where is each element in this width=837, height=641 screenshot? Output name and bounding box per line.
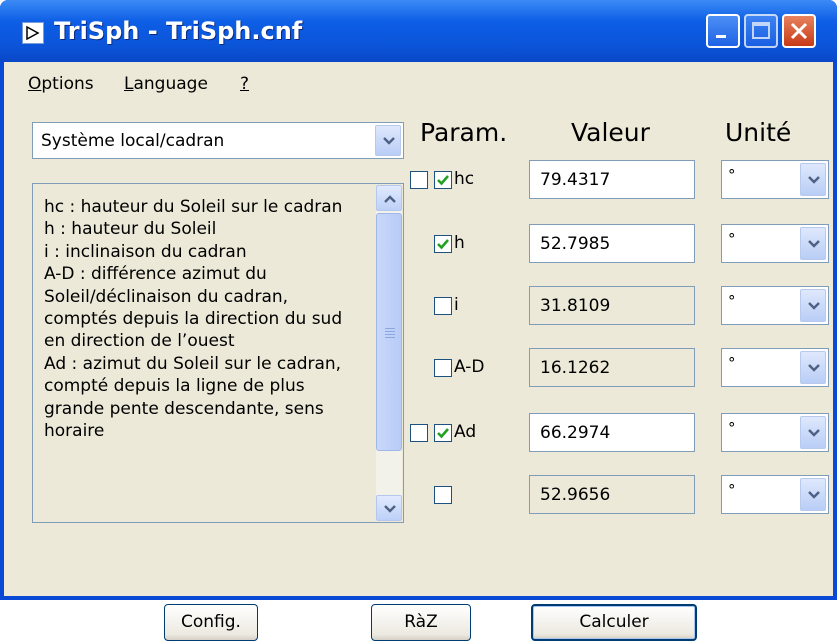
param-value-field[interactable]: 52.7985 (529, 224, 695, 263)
param-value-field[interactable]: 52.9656 (529, 475, 695, 514)
unit-select-arrow[interactable] (800, 227, 826, 260)
menu-help[interactable]: ? (240, 74, 249, 94)
system-select-arrow[interactable] (375, 125, 401, 156)
unit-select-arrow[interactable] (800, 478, 826, 511)
unit-header: Unité (725, 118, 792, 147)
menu-language[interactable]: Language (124, 74, 208, 94)
param-checkbox[interactable] (434, 296, 452, 315)
param-checkbox[interactable] (434, 358, 452, 377)
unit-select[interactable]: ° (721, 160, 829, 199)
system-select-value: Système local/cadran (41, 131, 225, 151)
minimize-button[interactable] (706, 14, 740, 48)
compute-button[interactable]: Calculer (531, 604, 697, 641)
param-checkbox[interactable] (434, 234, 452, 253)
unit-select-arrow[interactable] (800, 416, 826, 449)
param-header: Param. (420, 118, 508, 147)
unit-select[interactable]: ° (721, 224, 829, 263)
description-text: hc : hauteur du Soleil sur le cadran h :… (44, 197, 343, 442)
close-icon (790, 22, 808, 40)
config-button[interactable]: Config. (164, 604, 258, 641)
close-button[interactable] (782, 14, 816, 48)
client-area: Options Language ? Système local/cadran … (4, 62, 833, 641)
param-label: h (454, 232, 465, 253)
scroll-down-button[interactable] (376, 495, 402, 521)
description-scrollbar[interactable] (376, 185, 402, 521)
app-window: TriSph - TriSph.cnf Options Language ? S… (0, 0, 837, 641)
param-label: i (454, 294, 459, 315)
title-bar[interactable]: TriSph - TriSph.cnf (0, 0, 837, 62)
maximize-icon (752, 22, 770, 39)
param-checkbox[interactable] (434, 485, 452, 504)
menu-options[interactable]: Options (28, 74, 94, 94)
reset-button[interactable]: RàZ (371, 604, 471, 641)
param-checkbox[interactable] (434, 170, 452, 189)
param-value-field[interactable]: 16.1262 (529, 348, 695, 387)
system-select[interactable]: Système local/cadran (32, 122, 404, 159)
scroll-up-button[interactable] (376, 185, 402, 211)
menu-bar: Options Language ? (4, 62, 833, 102)
unit-select-arrow[interactable] (800, 351, 826, 384)
chevron-down-icon (383, 136, 395, 145)
param-label: Ad (454, 421, 477, 442)
aux-checkbox[interactable] (410, 170, 428, 189)
aux-checkbox[interactable] (410, 423, 428, 442)
chevron-down-icon (384, 505, 396, 513)
unit-select-arrow[interactable] (800, 289, 826, 322)
param-label: A-D (454, 356, 485, 377)
app-icon[interactable] (22, 22, 44, 44)
unit-select[interactable]: ° (721, 286, 829, 325)
unit-select[interactable]: ° (721, 348, 829, 387)
unit-select[interactable]: ° (721, 413, 829, 452)
unit-select[interactable]: ° (721, 475, 829, 514)
param-checkbox[interactable] (434, 423, 452, 442)
param-value-field[interactable]: 31.8109 (529, 286, 695, 325)
chevron-up-icon (384, 195, 396, 203)
maximize-button[interactable] (744, 14, 778, 48)
minimize-icon (716, 35, 726, 38)
scroll-thumb[interactable] (376, 213, 402, 451)
window-title: TriSph - TriSph.cnf (54, 17, 303, 45)
param-label: hc (454, 168, 475, 189)
description-box[interactable]: hc : hauteur du Soleil sur le cadran h :… (32, 183, 404, 523)
param-value-field[interactable]: 79.4317 (529, 160, 695, 199)
param-value-field[interactable]: 66.2974 (529, 413, 695, 452)
unit-select-arrow[interactable] (800, 163, 826, 196)
value-header: Valeur (571, 118, 650, 147)
